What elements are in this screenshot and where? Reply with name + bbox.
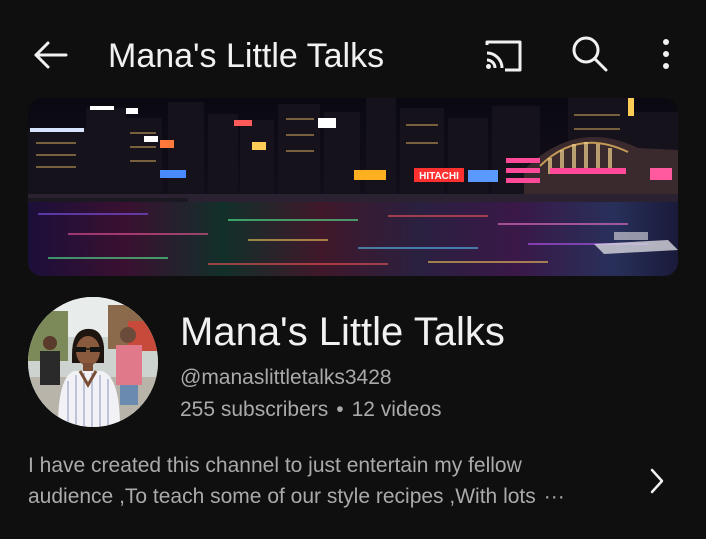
cast-button[interactable]: [480, 34, 526, 76]
cast-icon: [485, 40, 522, 72]
channel-handle: @manaslittletalks3428: [180, 366, 392, 389]
avatar-photo: [28, 297, 158, 427]
more-vertical-icon: [663, 39, 669, 69]
subscriber-count: 255 subscribers: [180, 398, 329, 421]
top-app-bar: Mana's Little Talks: [0, 0, 706, 108]
channel-name: Mana's Little Talks: [180, 310, 505, 354]
chevron-right-icon: [650, 468, 664, 494]
channel-avatar[interactable]: [28, 297, 158, 427]
description-line-1: I have created this channel to just ente…: [28, 454, 522, 477]
channel-description[interactable]: I have created this channel to just ente…: [28, 450, 628, 520]
channel-stats: 255 subscribers • 12 videos: [180, 396, 442, 424]
back-button[interactable]: [30, 34, 72, 76]
top-bar-title: Mana's Little Talks: [108, 37, 385, 75]
stats-separator: •: [336, 398, 344, 421]
more-options-button[interactable]: [648, 34, 684, 76]
description-line-2-text: audience ,To teach some of our style rec…: [28, 485, 536, 508]
search-button[interactable]: [568, 32, 612, 76]
back-arrow-icon: [34, 41, 68, 69]
description-expand-button[interactable]: [640, 462, 672, 500]
description-line-2: audience ,To teach some of our style rec…: [28, 481, 628, 512]
description-ellipsis: ···: [543, 485, 565, 508]
banner-sign-text: HITACHI: [419, 171, 459, 182]
channel-banner: HITACHI: [28, 98, 678, 276]
banner-image: HITACHI: [28, 98, 678, 276]
search-icon: [572, 36, 608, 72]
video-count: 12 videos: [351, 398, 442, 421]
